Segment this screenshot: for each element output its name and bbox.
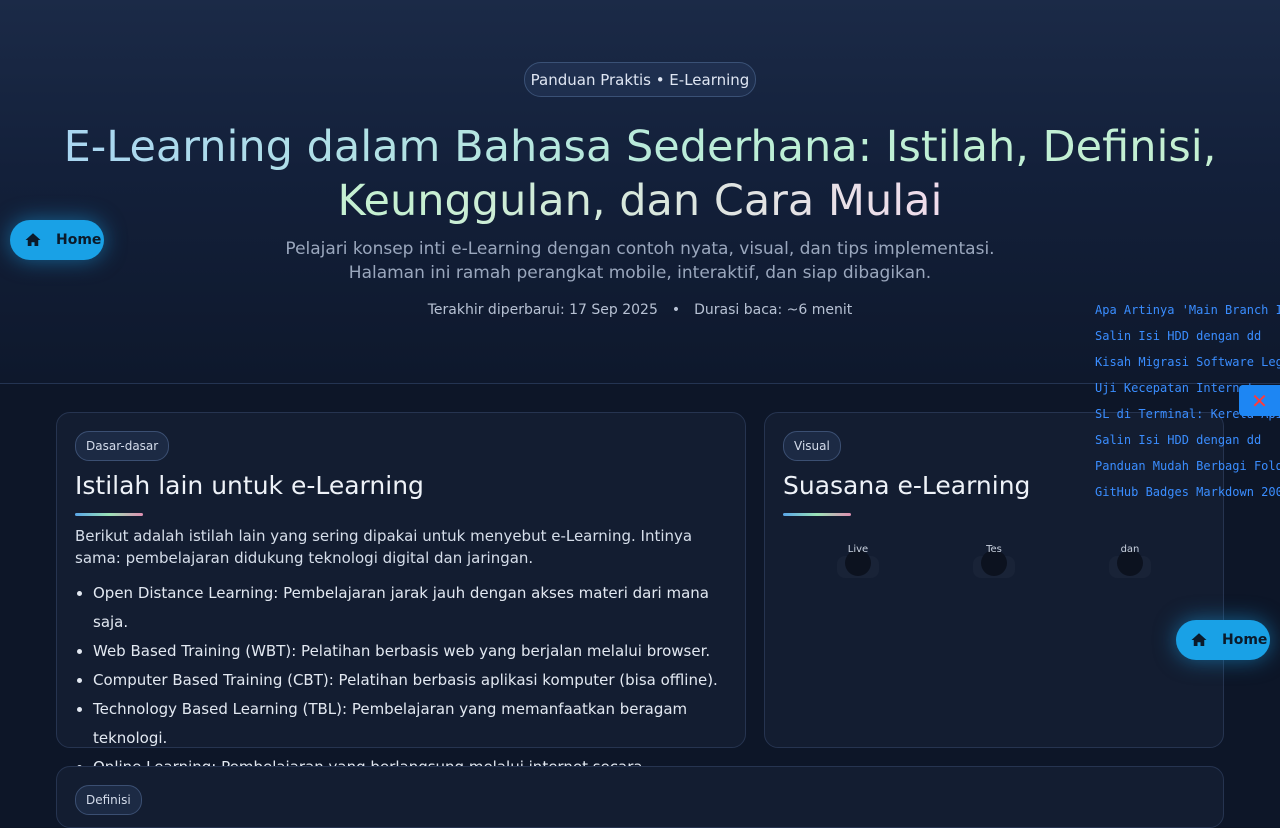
related-link[interactable]: Apa Artinya 'Main Branch Isn (1095, 300, 1280, 326)
visual-chip-test: Tes (973, 544, 1015, 578)
close-icon: ✕ (1251, 388, 1268, 413)
page-title: E-Learning dalam Bahasa Sederhana: Istil… (60, 120, 1220, 228)
meta-separator: • (671, 302, 681, 318)
terms-title: Istilah lain untuk e-Learning (75, 471, 424, 500)
related-link[interactable]: Salin Isi HDD dengan dd (1095, 430, 1280, 456)
related-link[interactable]: Salin Isi HDD dengan dd (1095, 326, 1280, 352)
terms-card: Dasar-dasar Istilah lain untuk e-Learnin… (56, 412, 746, 805)
list-item: Web Based Training (WBT): Pelatihan berb… (75, 637, 735, 666)
list-item: Technology Based Learning (TBL): Pembela… (75, 695, 735, 753)
related-link[interactable]: Panduan Mudah Berbagi Folder (1095, 456, 1280, 482)
home-button-right[interactable]: Home (1176, 620, 1270, 660)
article-meta: Terakhir diperbarui: 17 Sep 2025 • Durasi … (0, 302, 1280, 318)
visual-tag: Visual (783, 431, 841, 461)
guide-badge: Panduan Praktis • E-Learning (524, 62, 756, 97)
chip-label: dan (1120, 544, 1140, 555)
list-item: Computer Based Training (CBT): Pelatihan… (75, 666, 735, 695)
definition-card: Definisi (56, 766, 1224, 828)
list-item: Open Distance Learning: Pembelajaran jar… (75, 579, 735, 637)
home-button-left[interactable]: Home (10, 220, 104, 260)
home-button-label: Home (1222, 632, 1268, 648)
terms-title-underline (75, 513, 143, 516)
page-title-text: E-Learning dalam Bahasa Sederhana: Istil… (63, 122, 1217, 226)
home-button-label: Home (56, 232, 102, 248)
visual-chip-and: dan (1109, 544, 1151, 578)
definition-tag: Definisi (75, 785, 142, 815)
home-icon (24, 231, 42, 249)
home-icon (1190, 631, 1208, 649)
last-updated: Terakhir diperbarui: 17 Sep 2025 (427, 302, 658, 318)
close-related-button[interactable]: ✕ (1239, 385, 1280, 416)
related-link[interactable]: Kisah Migrasi Software Legal (1095, 352, 1280, 378)
chip-label: Live (847, 544, 869, 555)
page-subtitle: Pelajari konsep inti e-Learning dengan c… (285, 239, 995, 283)
terms-intro: Berikut adalah istilah lain yang sering … (75, 527, 693, 567)
visual-title: Suasana e-Learning (783, 471, 1031, 500)
hero-header: Panduan Praktis • E-Learning E-Learning … (0, 0, 1280, 384)
read-time: Durasi baca: ~6 menit (694, 302, 853, 318)
related-link[interactable]: GitHub Badges Markdown 200+ (1095, 482, 1280, 508)
chip-label: Tes (986, 544, 1002, 555)
visual-title-underline (783, 513, 851, 516)
visual-chip-live: Live (837, 544, 879, 578)
terms-tag: Dasar-dasar (75, 431, 170, 461)
